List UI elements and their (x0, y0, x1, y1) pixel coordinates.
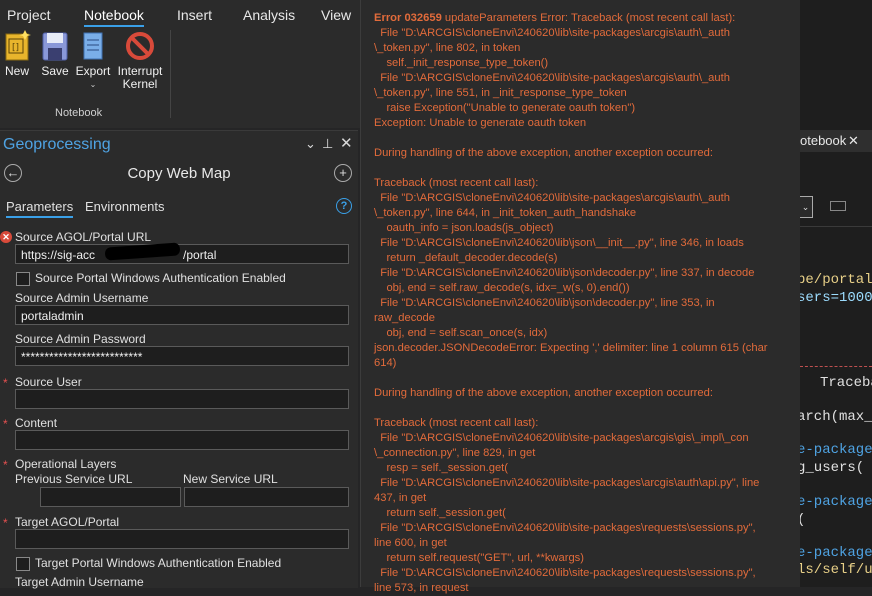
code-line: be/portal' (800, 272, 872, 288)
ribbon: Project Notebook Insert Analysis View []… (0, 0, 360, 128)
error-code: Error 032659 (374, 12, 442, 24)
tab-notebook[interactable]: Notebook (84, 7, 144, 27)
required-marker: * (3, 376, 8, 390)
target-url-input[interactable] (15, 529, 349, 549)
error-message-popup: Error 032659 updateParameters Error: Tra… (360, 0, 801, 594)
geoprocessing-pane: Geoprocessing ⌄ ⊥ ✕ ← Copy Web Map + Par… (0, 130, 358, 589)
ribbon-divider (170, 30, 171, 118)
tab-view[interactable]: View (321, 7, 351, 23)
source-url-label: Source AGOL/Portal URL (15, 230, 152, 244)
tab-parameters[interactable]: Parameters (6, 199, 74, 218)
tab-notebook-doc[interactable]: otebook ✕ (800, 130, 872, 152)
source-admin-user-input[interactable]: portaladmin (15, 305, 349, 325)
content-label: Content (15, 416, 58, 430)
interrupt-label: Interrupt Kernel (117, 64, 163, 91)
interrupt-kernel-button[interactable]: Interrupt Kernel (113, 30, 167, 91)
source-user-label: Source User (15, 375, 82, 389)
prev-service-url-label: Previous Service URL (15, 472, 133, 486)
code-line: sers=10000 (800, 290, 872, 306)
chevron-down-icon: ⌄ (89, 80, 97, 89)
new-notebook-button[interactable]: [] New (2, 30, 32, 78)
pin-icon[interactable]: ⊥ (322, 136, 333, 152)
source-admin-pw-input[interactable]: ************************** (15, 346, 349, 366)
source-windows-auth-label: Source Portal Windows Authentication Ena… (35, 271, 286, 285)
source-user-input[interactable] (15, 389, 349, 409)
tab-environments[interactable]: Environments (85, 199, 164, 214)
save-icon (42, 32, 68, 61)
new-service-url-label: New Service URL (183, 472, 278, 486)
required-marker: * (3, 417, 8, 431)
close-icon[interactable]: ✕ (848, 130, 859, 152)
content-input[interactable] (15, 430, 349, 450)
chevron-down-icon[interactable]: ⌄ (305, 136, 316, 152)
code-line: ls/self/us (800, 562, 872, 578)
required-marker: * (3, 458, 8, 472)
new-service-url-input[interactable] (184, 487, 349, 507)
save-label: Save (41, 64, 69, 78)
pane-title: Geoprocessing (3, 136, 111, 153)
save-button[interactable]: Save (40, 30, 70, 78)
code-line: Traceba (820, 375, 872, 391)
export-scroll-icon (83, 32, 103, 60)
divider (800, 226, 872, 227)
add-icon[interactable]: + (334, 164, 352, 182)
source-windows-auth-checkbox[interactable] (16, 272, 30, 286)
code-line: arch(max_u (800, 409, 872, 425)
source-admin-user-label: Source Admin Username (15, 291, 149, 305)
notebook-panel: otebook ✕ ⌄ be/portal' sers=10000 Traceb… (800, 0, 872, 587)
source-url-input[interactable]: https://sig-acc/portal (15, 244, 349, 264)
tab-analysis[interactable]: Analysis (243, 7, 295, 23)
close-icon[interactable]: ✕ (340, 134, 353, 152)
target-url-label: Target AGOL/Portal (15, 515, 120, 529)
dropdown-chevron-icon[interactable]: ⌄ (800, 196, 813, 218)
new-label: New (4, 64, 29, 78)
error-body: updateParameters Error: Traceback (most … (374, 12, 768, 594)
notebook-tab-label: otebook (800, 133, 847, 148)
error-divider (800, 366, 872, 367)
error-icon[interactable]: ✕ (0, 231, 12, 243)
ribbon-tabs: Project Notebook Insert Analysis View (0, 0, 360, 28)
tab-project[interactable]: Project (7, 7, 51, 23)
source-url-value-left: https://sig-acc (21, 248, 96, 262)
source-admin-pw-label: Source Admin Password (15, 332, 146, 346)
export-label: Export (75, 64, 111, 78)
tool-title: Copy Web Map (127, 165, 231, 182)
target-windows-auth-label: Target Portal Windows Authentication Ena… (35, 556, 282, 570)
source-url-value-right: /portal (183, 248, 217, 262)
ribbon-group-label: Notebook (55, 107, 103, 119)
interrupt-kernel-icon (126, 32, 154, 60)
svg-text:[]: [] (12, 43, 19, 53)
keyboard-icon[interactable] (830, 201, 846, 211)
code-line: g_users( (800, 460, 865, 476)
op-layers-label: Operational Layers (15, 457, 117, 471)
required-marker: * (3, 516, 8, 530)
help-icon[interactable]: ? (336, 198, 352, 214)
new-notebook-icon: [] (5, 30, 31, 61)
tab-insert[interactable]: Insert (177, 7, 212, 23)
export-button[interactable]: Export ⌄ (75, 30, 111, 91)
code-line: ( (800, 512, 805, 528)
prev-service-url-input[interactable] (40, 487, 181, 507)
error-traceback: Error 032659 updateParameters Error: Tra… (374, 11, 794, 596)
code-line: e-packages (800, 442, 872, 458)
target-windows-auth-checkbox[interactable] (16, 557, 30, 571)
code-line: e-packages (800, 494, 872, 510)
code-line: e-packages (800, 545, 872, 561)
